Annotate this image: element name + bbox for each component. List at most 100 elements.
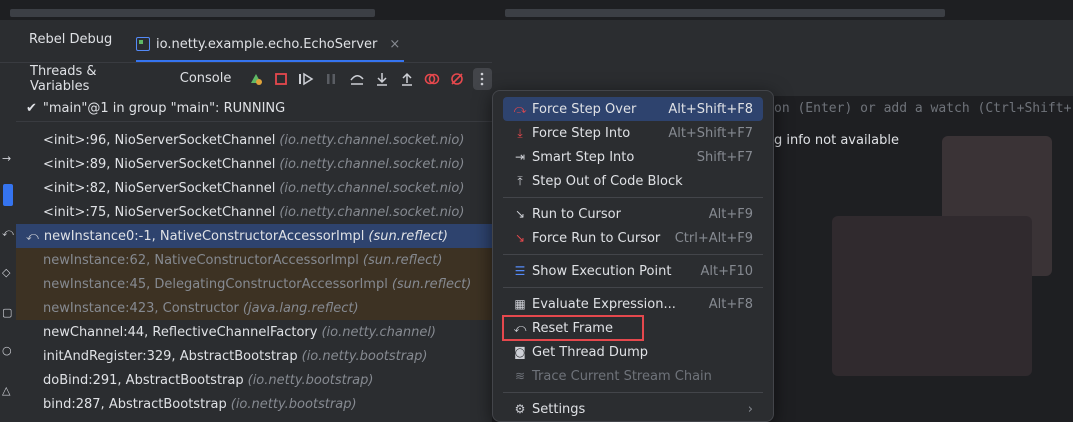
close-icon[interactable]: × (389, 37, 400, 52)
step-out-icon[interactable] (394, 66, 419, 92)
frame-package: (sun.reflect) (391, 276, 472, 292)
square-icon[interactable]: ▢ (2, 306, 14, 319)
stack-frame-row[interactable]: ⤺ newInstance0:-1, NativeConstructorAcces… (16, 224, 492, 248)
menu-item-smart-step-into[interactable]: ⇥ Smart Step Into Shift+F7 (503, 145, 763, 169)
frame-package: (sun.reflect) (368, 228, 448, 244)
thread-status-text: "main"@1 in group "main": RUNNING (42, 101, 286, 116)
pause-icon[interactable] (319, 66, 344, 92)
tab-echo-server[interactable]: io.netty.example.echo.EchoServer × (136, 28, 405, 62)
menu-item-get-thread-dump[interactable]: ◙ Get Thread Dump (503, 340, 763, 364)
frame-package: (io.netty.bootstrap) (230, 396, 357, 412)
step-into-icon[interactable] (369, 66, 394, 92)
arrow-right-icon[interactable]: → (2, 152, 14, 165)
frame-package: (io.netty.bootstrap) (247, 372, 374, 388)
frame-method: <init>:75, NioServerSocketChannel (43, 204, 276, 220)
tool-window-title: Rebel Debug (29, 32, 113, 47)
stack-frame-row[interactable]: newInstance:423, Constructor (java.lang.r… (16, 296, 492, 320)
menu-item-trace-stream-chain: ≋ Trace Current Stream Chain (503, 364, 763, 388)
gear-icon: ⚙ (514, 402, 526, 416)
menu-item-run-to-cursor[interactable]: ↘ Run to Cursor Alt+F9 (503, 202, 763, 226)
resume-icon[interactable] (294, 66, 319, 92)
force-step-over-icon: ⤼ (513, 101, 527, 116)
info-text: g info not available (774, 133, 899, 148)
tab-echo-server-label: io.netty.example.echo.EchoServer (156, 36, 378, 52)
frame-method: <init>:96, NioServerSocketChannel (43, 132, 276, 148)
frame-method: newInstance0:-1, NativeConstructorAccess… (43, 228, 365, 244)
frame-package: (io.netty.channel.socket.nio) (279, 132, 465, 148)
reset-frame-icon: ⤺ (513, 320, 527, 335)
menu-item-force-run-to-cursor[interactable]: ↘ Force Run to Cursor Ctrl+Alt+F9 (503, 226, 763, 250)
stack-frame-row[interactable]: <init>:82, NioServerSocketChannel (io.net… (16, 176, 492, 200)
frame-package: (sun.reflect) (362, 252, 443, 268)
top-strip-segment (505, 9, 945, 17)
frame-method: bind:287, AbstractBootstrap (43, 396, 227, 412)
menu-item-step-out-of-code-block[interactable]: ⤒ Step Out of Code Block (503, 169, 763, 193)
diamond-icon[interactable]: ◇ (2, 266, 14, 279)
tab-console[interactable]: Console (168, 63, 244, 94)
menu-separator (503, 392, 763, 393)
chevron-right-icon: › (747, 401, 753, 417)
frame-package: (io.netty.channel) (321, 324, 436, 340)
frame-package: (io.netty.bootstrap) (301, 348, 428, 364)
stop-icon[interactable] (269, 66, 294, 92)
run-config-icon (136, 37, 150, 51)
stack-frame-row[interactable]: newInstance:62, NativeConstructorAccesso… (16, 248, 492, 272)
frame-package: (io.netty.channel.socket.nio) (279, 204, 465, 220)
tab-threads-variables[interactable]: Threads & Variables (0, 63, 168, 94)
check-icon: ✔ (26, 101, 37, 116)
watch-hint: on (Enter) or add a watch (Ctrl+Shift+ (774, 101, 1072, 116)
mute-breakpoints-icon[interactable] (445, 66, 470, 92)
top-strip-segment (10, 9, 375, 17)
frame-package: (java.lang.reflect) (242, 300, 359, 316)
step-over-icon[interactable] (344, 66, 369, 92)
active-tool-icon[interactable] (3, 184, 13, 206)
frame-method: newChannel:44, ReflectiveChannelFactory (43, 324, 318, 340)
frame-method: newInstance:45, DelegatingConstructorAcc… (43, 276, 388, 292)
camera-icon: ◙ (514, 345, 526, 359)
menu-separator (503, 254, 763, 255)
stack-frame-row[interactable]: <init>:96, NioServerSocketChannel (io.net… (16, 128, 492, 152)
stack-frame-row[interactable]: bind:287, AbstractBootstrap (io.netty.boo… (16, 392, 492, 416)
frame-method: initAndRegister:329, AbstractBootstrap (43, 348, 298, 364)
frames-list: <init>:96, NioServerSocketChannel (io.net… (16, 128, 492, 416)
circle-icon[interactable]: ○ (2, 344, 14, 357)
left-gutter: → ⤺ ◇ ▢ ○ △ (0, 122, 16, 422)
frame-method: newInstance:62, NativeConstructorAccesso… (43, 252, 359, 268)
rerun-icon[interactable] (243, 66, 268, 92)
force-step-into-icon: ⤓ (517, 125, 523, 140)
frame-method: <init>:89, NioServerSocketChannel (43, 156, 276, 172)
stream-trace-icon: ≋ (514, 369, 526, 383)
more-options-icon[interactable] (472, 67, 492, 90)
calculator-icon: ▦ (514, 297, 526, 311)
view-breakpoints-icon[interactable] (419, 66, 444, 92)
menu-item-evaluate-expression[interactable]: ▦ Evaluate Expression... Alt+F8 (503, 292, 763, 316)
menu-separator (503, 287, 763, 288)
thread-selector[interactable]: ✔ "main"@1 in group "main": RUNNING (16, 96, 492, 122)
stack-frame-row[interactable]: <init>:75, NioServerSocketChannel (io.net… (16, 200, 492, 224)
more-options-menu: ⤼ Force Step Over Alt+Shift+F8 ⤓ Force S… (492, 90, 774, 422)
smart-step-into-icon: ⇥ (514, 150, 526, 164)
stack-frame-row[interactable]: <init>:89, NioServerSocketChannel (io.net… (16, 152, 492, 176)
restore-icon[interactable]: ⤺ (2, 226, 14, 239)
force-run-to-cursor-icon: ↘ (514, 231, 526, 245)
menu-separator (503, 197, 763, 198)
menu-item-force-step-into[interactable]: ⤓ Force Step Into Alt+Shift+F7 (503, 121, 763, 145)
frame-method: newInstance:423, Constructor (43, 300, 239, 316)
debug-toolbar: Threads & Variables Console (0, 62, 492, 94)
menu-item-reset-frame[interactable]: ⤺ Reset Frame (502, 315, 644, 341)
frame-package: (io.netty.channel.socket.nio) (279, 156, 465, 172)
stack-frame-row[interactable]: initAndRegister:329, AbstractBootstrap (i… (16, 344, 492, 368)
stack-frame-row[interactable]: newChannel:44, ReflectiveChannelFactory(… (16, 320, 492, 344)
execution-point-icon: ☰ (514, 264, 526, 278)
debug-tool-header: Rebel Debug io.netty.example.echo.EchoSe… (0, 20, 1073, 62)
frame-method: <init>:82, NioServerSocketChannel (43, 180, 276, 196)
stack-frame-row[interactable]: newInstance:45, DelegatingConstructorAcc… (16, 272, 492, 296)
menu-item-show-execution-point[interactable]: ☰ Show Execution Point Alt+F10 (503, 259, 763, 283)
frame-package: (io.netty.channel.socket.nio) (279, 180, 465, 196)
menu-item-settings[interactable]: ⚙ Settings › (503, 397, 763, 421)
warning-icon[interactable]: △ (2, 384, 14, 397)
reset-frame-icon: ⤺ (26, 228, 39, 243)
menu-item-force-step-over[interactable]: ⤼ Force Step Over Alt+Shift+F8 (503, 97, 763, 121)
stack-frame-row[interactable]: doBind:291, AbstractBootstrap (io.netty.b… (16, 368, 492, 392)
run-to-cursor-icon: ↘ (514, 207, 526, 221)
